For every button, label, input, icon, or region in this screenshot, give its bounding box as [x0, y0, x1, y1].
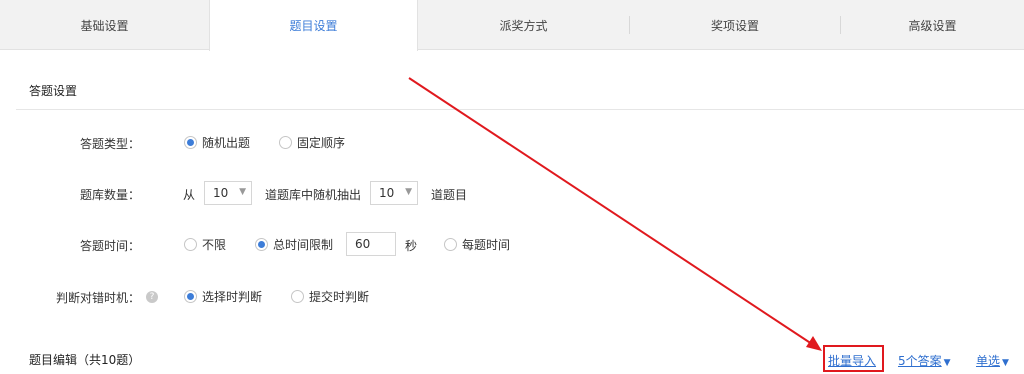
radio-judge-on-submit[interactable]: 提交时判断 — [291, 288, 369, 304]
tab-question-settings[interactable]: 题目设置 — [209, 0, 418, 51]
tab-bar: 基础设置 题目设置 派奖方式 奖项设置 高级设置 — [0, 0, 1024, 51]
radio-label: 固定顺序 — [297, 135, 346, 150]
tab-prize-settings[interactable]: 奖项设置 — [630, 0, 840, 50]
from-text: 从 — [183, 188, 196, 202]
bank-count-label: 题库数量： — [79, 188, 140, 202]
total-time-input[interactable] — [346, 232, 396, 256]
radio-unchecked-icon[interactable] — [279, 135, 292, 149]
caret-down-icon: ▼ — [943, 358, 951, 368]
radio-unchecked-icon[interactable] — [291, 289, 304, 303]
answer-count-label: 5个答案 — [898, 354, 942, 368]
radio-judge-on-select[interactable]: 选择时判断 — [184, 288, 262, 304]
radio-label: 不限 — [202, 237, 227, 252]
choice-type-label: 单选 — [976, 354, 1001, 368]
radio-label: 总时间限制 — [273, 237, 334, 252]
section-title: 答题设置 — [29, 84, 78, 98]
select-value: 10 — [379, 186, 395, 200]
radio-fixed-order[interactable]: 固定顺序 — [279, 134, 345, 150]
radio-total-time-limit[interactable]: 总时间限制 — [255, 236, 333, 252]
radio-label: 每题时间 — [462, 237, 511, 252]
question-circle-icon[interactable]: ? — [146, 291, 158, 303]
choice-type-dropdown[interactable]: 单选 ▼ — [976, 352, 1009, 369]
chevron-down-icon: ▼ — [405, 187, 412, 197]
radio-per-question-time[interactable]: 每题时间 — [444, 236, 510, 252]
radio-label: 随机出题 — [202, 135, 251, 150]
tab-advanced-settings[interactable]: 高级设置 — [841, 0, 1024, 50]
radio-checked-icon[interactable] — [255, 237, 268, 251]
radio-label: 选择时判断 — [202, 289, 263, 304]
radio-checked-icon[interactable] — [184, 289, 197, 303]
random-draw-text: 道题库中随机抽出 — [265, 188, 362, 202]
answer-count-dropdown[interactable]: 5个答案 ▼ — [898, 352, 951, 369]
seconds-unit: 秒 — [405, 239, 418, 253]
radio-random-order[interactable]: 随机出题 — [184, 134, 250, 150]
select-value: 10 — [213, 186, 229, 200]
answer-time-label: 答题时间： — [79, 239, 140, 253]
radio-unchecked-icon[interactable] — [184, 237, 197, 251]
radio-unchecked-icon[interactable] — [444, 237, 457, 251]
tab-reward-method[interactable]: 派奖方式 — [418, 0, 629, 50]
chevron-down-icon: ▼ — [239, 187, 246, 197]
annotation-arrow — [408, 77, 822, 351]
question-suffix-text: 道题目 — [431, 188, 468, 202]
judge-timing-label: 判断对错时机： — [55, 291, 140, 305]
question-editor-title: 题目编辑（共10题） — [29, 353, 141, 367]
radio-label: 提交时判断 — [309, 289, 370, 304]
bank-total-select[interactable]: 10 ▼ — [204, 181, 252, 205]
caret-down-icon: ▼ — [1002, 358, 1009, 368]
draw-count-select[interactable]: 10 ▼ — [370, 181, 418, 205]
answer-type-label: 答题类型： — [79, 137, 140, 151]
annotation-highlight-box — [823, 345, 884, 372]
section-divider — [16, 109, 1024, 110]
tab-basic-settings[interactable]: 基础设置 — [0, 0, 209, 50]
radio-no-limit[interactable]: 不限 — [184, 236, 226, 252]
radio-checked-icon[interactable] — [184, 135, 197, 149]
